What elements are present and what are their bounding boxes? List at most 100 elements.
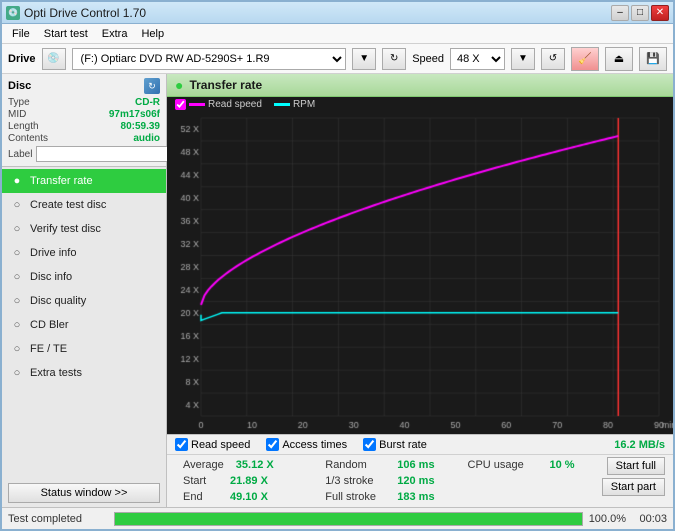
nav-label-transfer-rate: Transfer rate [30, 175, 93, 187]
menu-help[interactable]: Help [135, 26, 170, 42]
disc-length-label: Length [8, 121, 39, 132]
chart-header-icon: ● [175, 77, 183, 93]
stat-cpu-usage: CPU usage 10 % [460, 457, 602, 473]
disc-contents-value: audio [133, 133, 160, 144]
status-window-button[interactable]: Status window >> [8, 483, 160, 503]
nav-label-extra-tests: Extra tests [30, 367, 82, 379]
drive-eject2-icon[interactable]: ⏏ [605, 47, 633, 71]
stat-full-stroke: Full stroke 183 ms [317, 489, 459, 505]
fe-te-icon: ○ [10, 342, 24, 356]
nav-item-cd-bler[interactable]: ○ CD Bler [2, 313, 166, 337]
disc-mid-label: MID [8, 109, 26, 120]
stat-start-label: Start [183, 475, 218, 487]
nav-item-extra-tests[interactable]: ○ Extra tests [2, 361, 166, 385]
menu-file[interactable]: File [6, 26, 36, 42]
chart-title: Transfer rate [189, 78, 262, 92]
disc-contents-row: Contents audio [8, 133, 160, 144]
main-content: ● Transfer rate Read speed RPM [167, 74, 673, 507]
disc-quality-icon: ○ [10, 294, 24, 308]
nav-item-transfer-rate[interactable]: ● Transfer rate [2, 169, 166, 193]
stat-average: Average 35.12 X [175, 457, 317, 473]
maximize-button[interactable]: □ [631, 5, 649, 21]
drive-eraser-icon[interactable]: 🧹 [571, 47, 599, 71]
disc-label-input[interactable] [36, 146, 174, 162]
bottom-section: Read speed Access times Burst rate 16.2 … [167, 434, 673, 507]
create-test-disc-icon: ○ [10, 198, 24, 212]
menu-start-test[interactable]: Start test [38, 26, 94, 42]
legend-read-speed: Read speed [175, 99, 262, 110]
window-title: Opti Drive Control 1.70 [24, 6, 146, 20]
stat-cpu-value: 10 % [550, 459, 580, 471]
cb-burst-rate-input[interactable] [363, 438, 376, 451]
body-area: Disc ↻ Type CD-R MID 97m17s06f Length 80… [2, 74, 673, 507]
disc-length-value: 80:59.39 [121, 121, 160, 132]
checkboxes-row: Read speed Access times Burst rate 16.2 … [167, 435, 673, 455]
cb-burst-rate: Burst rate [363, 438, 427, 451]
nav-item-create-test-disc[interactable]: ○ Create test disc [2, 193, 166, 217]
speed-select[interactable]: 48 X [450, 48, 505, 70]
nav-item-verify-test-disc[interactable]: ○ Verify test disc [2, 217, 166, 241]
progress-bar [115, 513, 582, 525]
minimize-button[interactable]: – [611, 5, 629, 21]
transfer-rate-icon: ● [10, 174, 24, 188]
stats-col3: CPU usage 10 % [460, 457, 602, 473]
legend-read-speed-label: Read speed [208, 99, 262, 110]
disc-mid-row: MID 97m17s06f [8, 109, 160, 120]
app-window: 💿 Opti Drive Control 1.70 – □ ✕ File Sta… [0, 0, 675, 531]
timer: 00:03 [632, 513, 667, 525]
start-part-button[interactable]: Start part [602, 478, 665, 496]
sidebar: Disc ↻ Type CD-R MID 97m17s06f Length 80… [2, 74, 167, 507]
drive-info-icon: ○ [10, 246, 24, 260]
legend-read-speed-checkbox[interactable] [175, 99, 186, 110]
stat-1-3-stroke-value: 120 ms [397, 475, 437, 487]
cb-burst-rate-label: Burst rate [379, 439, 427, 451]
nav-items: ● Transfer rate ○ Create test disc ○ Ver… [2, 167, 166, 479]
nav-label-disc-quality: Disc quality [30, 295, 86, 307]
drive-down-icon[interactable]: ▼ [352, 48, 376, 70]
stat-1-3-stroke-label: 1/3 stroke [325, 475, 385, 487]
stat-full-stroke-label: Full stroke [325, 491, 385, 503]
disc-section: Disc ↻ Type CD-R MID 97m17s06f Length 80… [2, 74, 166, 167]
legend-read-speed-color [189, 103, 205, 106]
stat-start-value: 21.89 X [230, 475, 280, 487]
disc-refresh-button[interactable]: ↻ [144, 78, 160, 94]
nav-item-disc-info[interactable]: ○ Disc info [2, 265, 166, 289]
chart-header: ● Transfer rate [167, 74, 673, 97]
disc-label-label: Label [8, 149, 32, 160]
drive-eject-icon[interactable]: 💿 [42, 48, 66, 70]
verify-test-disc-icon: ○ [10, 222, 24, 236]
cb-read-speed-input[interactable] [175, 438, 188, 451]
stat-end-value: 49.10 X [230, 491, 280, 503]
title-bar: 💿 Opti Drive Control 1.70 – □ ✕ [2, 2, 673, 24]
stat-random-label: Random [325, 459, 385, 471]
drive-select[interactable]: (F:) Optiarc DVD RW AD-5290S+ 1.R9 [72, 48, 347, 70]
drive-label: Drive [8, 53, 36, 65]
cb-access-times-label: Access times [282, 439, 347, 451]
drive-rotate-icon[interactable]: ↺ [541, 48, 565, 70]
stats-col2: Random 106 ms 1/3 stroke 120 ms Full str… [317, 457, 459, 505]
disc-info-icon: ○ [10, 270, 24, 284]
legend-rpm: RPM [274, 99, 315, 110]
stat-end: End 49.10 X [175, 489, 317, 505]
cb-access-times-input[interactable] [266, 438, 279, 451]
disc-type-value: CD-R [135, 97, 160, 108]
menu-extra[interactable]: Extra [96, 26, 134, 42]
disc-label-row: Label ⚙ [8, 146, 160, 162]
close-button[interactable]: ✕ [651, 5, 669, 21]
drive-save-icon[interactable]: 💾 [639, 47, 667, 71]
disc-type-row: Type CD-R [8, 97, 160, 108]
stat-average-value: 35.12 X [236, 459, 286, 471]
speed-down-icon[interactable]: ▼ [511, 48, 535, 70]
chart-canvas [167, 112, 673, 434]
legend-rpm-color [274, 103, 290, 106]
nav-item-fe-te[interactable]: ○ FE / TE [2, 337, 166, 361]
disc-mid-value: 97m17s06f [109, 109, 160, 120]
stat-cpu-label: CPU usage [468, 459, 538, 471]
start-full-button[interactable]: Start full [607, 457, 665, 475]
nav-item-disc-quality[interactable]: ○ Disc quality [2, 289, 166, 313]
nav-label-cd-bler: CD Bler [30, 319, 69, 331]
drive-refresh-icon[interactable]: ↻ [382, 48, 406, 70]
nav-item-drive-info[interactable]: ○ Drive info [2, 241, 166, 265]
disc-title: Disc [8, 80, 31, 92]
status-bar: Test completed 100.0% 00:03 [2, 507, 673, 529]
